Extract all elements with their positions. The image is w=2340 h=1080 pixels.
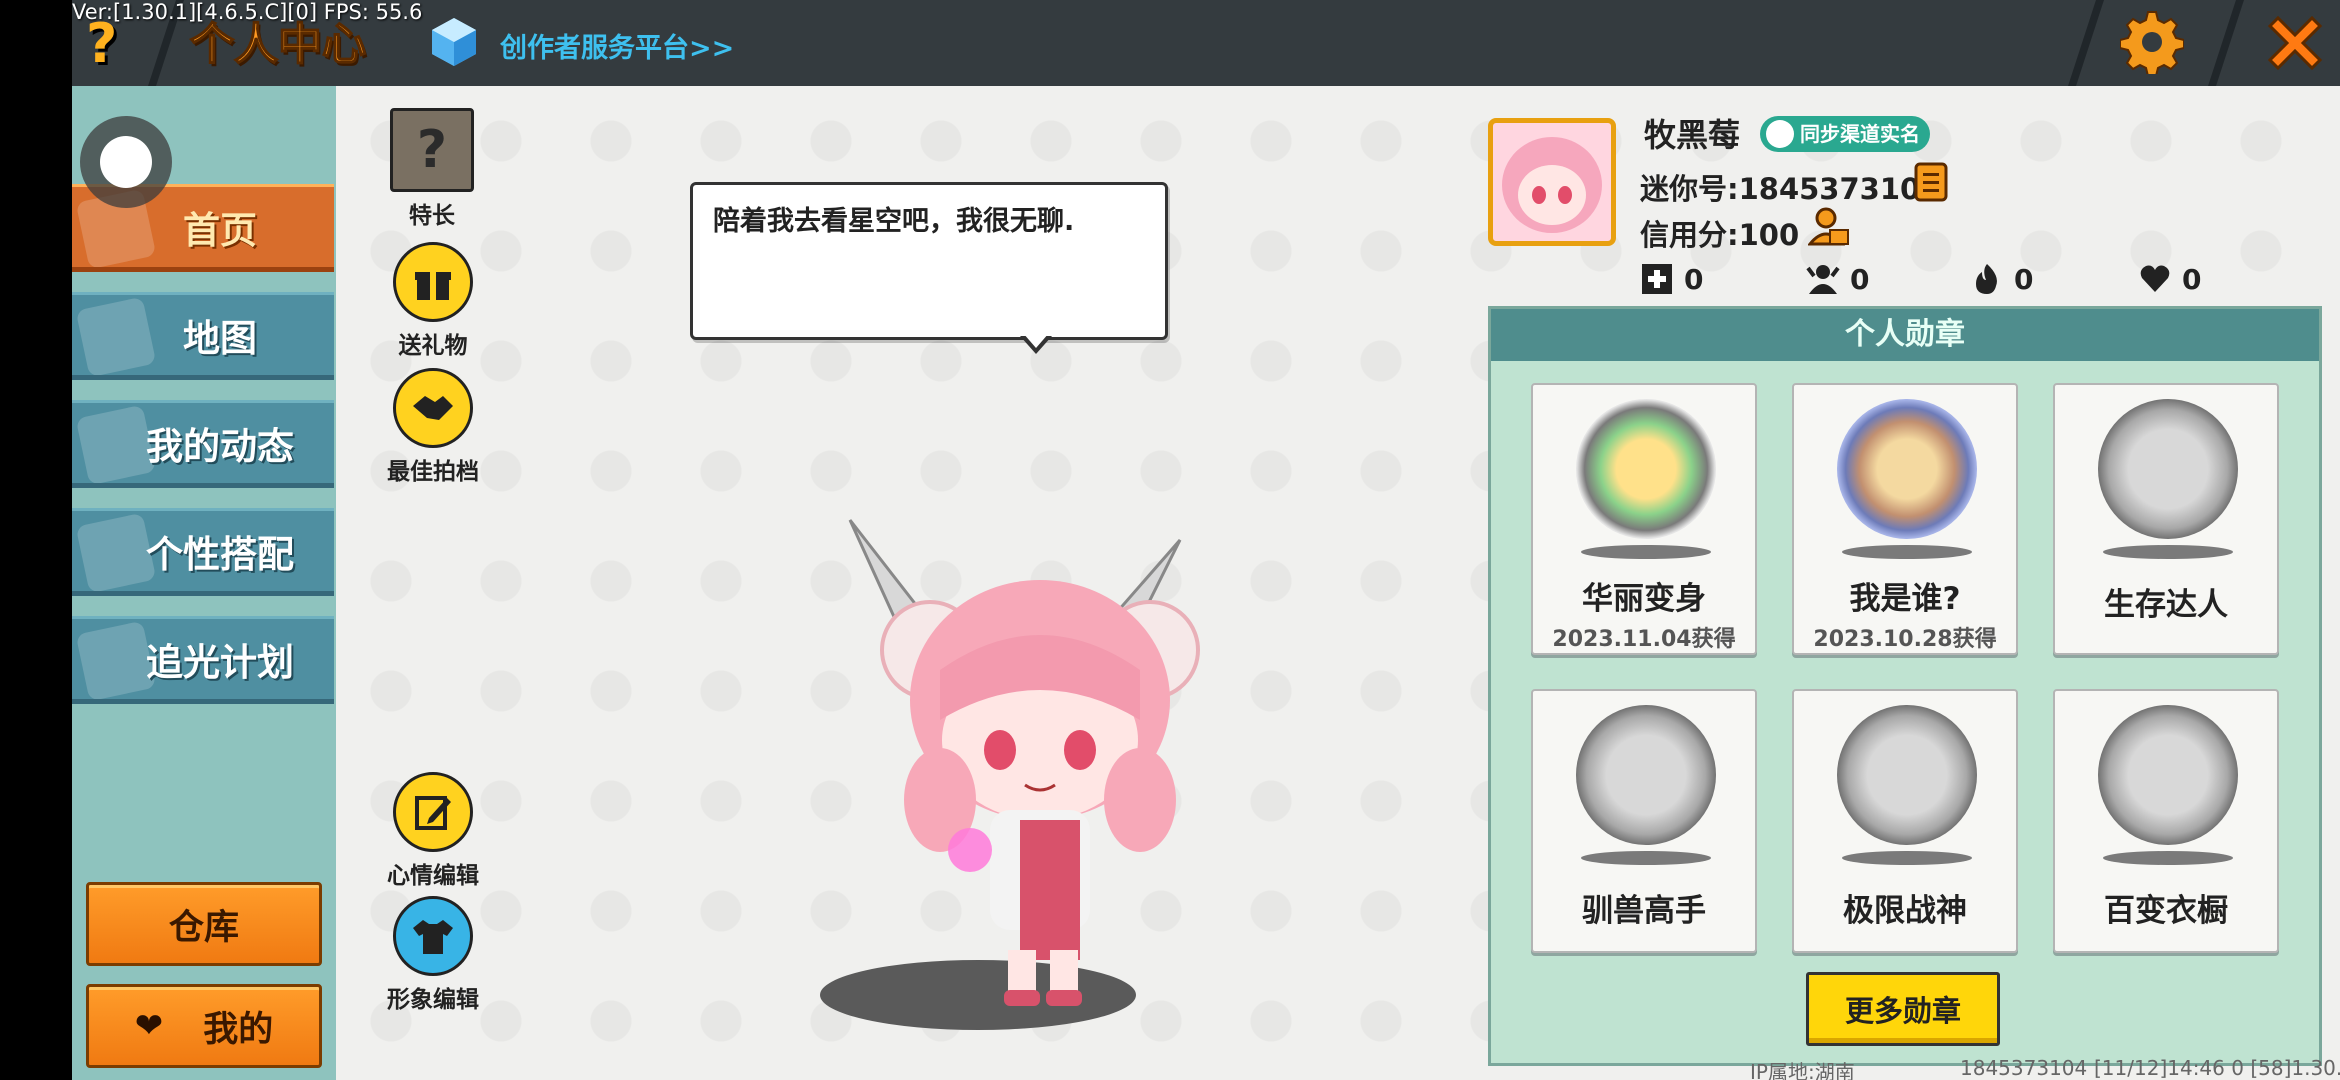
stat-popularity[interactable]: 0 <box>1970 262 2033 296</box>
stat-adds[interactable]: 0 <box>1640 262 1703 296</box>
mine-label: 我的 <box>203 1009 274 1050</box>
heart-icon: ❤ <box>134 1006 164 1046</box>
nickname: 牧黑莓 <box>1644 116 1741 154</box>
medal-card[interactable]: 驯兽高手 <box>1531 689 1757 953</box>
credit-info-icon[interactable] <box>1808 206 1850 248</box>
shirt-icon <box>393 896 473 976</box>
mood-edit-button[interactable]: 心情编辑 <box>387 772 479 890</box>
medal-card[interactable]: 极限战神 <box>1792 689 2018 953</box>
divider <box>2208 0 2244 86</box>
divider <box>2068 0 2104 86</box>
copy-icon[interactable] <box>1914 162 1950 202</box>
medal-card[interactable]: 华丽变身 2023.11.04获得 <box>1531 383 1757 655</box>
player-character[interactable] <box>820 500 1260 1040</box>
medal-whoami-icon <box>1837 399 1977 539</box>
sidebar-item-outfit[interactable]: 个性搭配 <box>72 508 334 596</box>
avatar-edit-button[interactable]: 形象编辑 <box>387 896 479 1014</box>
medal-card[interactable]: 生存达人 <box>2053 383 2279 655</box>
specialty-button[interactable]: ? 特长 <box>390 108 474 230</box>
gear-icon[interactable] <box>2120 10 2184 74</box>
medal-survival-icon <box>2098 399 2238 539</box>
sidebar-item-label: 地图 <box>183 317 257 360</box>
debug-overlay: Ver:[1.30.1][4.6.5.C][0] FPS: 55.6 <box>72 0 423 24</box>
warehouse-button[interactable]: 仓库 <box>86 882 322 966</box>
medal-name: 我是谁? <box>1849 581 1961 617</box>
medal-card[interactable]: 百变衣橱 <box>2053 689 2279 953</box>
person-icon <box>1766 120 1794 148</box>
medal-date: 2023.10.28获得 <box>1813 627 1997 652</box>
sidebar-item-plan[interactable]: 追光计划 <box>72 616 334 704</box>
best-partner-label: 最佳拍档 <box>387 459 479 485</box>
medal-name: 华丽变身 <box>1582 581 1706 617</box>
more-medals-button[interactable]: 更多勋章 <box>1806 972 2000 1046</box>
medal-panel-header: 个人勋章 <box>1491 309 2319 361</box>
sidebar-item-map[interactable]: 地图 <box>72 292 334 380</box>
mood-edit-label: 心情编辑 <box>387 863 479 889</box>
stat-value: 0 <box>2014 262 2034 296</box>
floating-assist-ball[interactable] <box>80 116 172 208</box>
footer-time: [11/12]14:46 0 [58]1.30.1 <box>2094 1056 2340 1080</box>
footer-uid: 1845373104 <box>1960 1056 2088 1080</box>
mine-button[interactable]: ❤ 我的 <box>86 984 322 1068</box>
gift-icon <box>393 242 473 322</box>
credit-score: 信用分:100 <box>1640 218 1800 252</box>
edit-icon <box>393 772 473 852</box>
close-icon[interactable] <box>2260 8 2330 78</box>
sync-badge-label: 同步渠道实名 <box>1800 122 1920 146</box>
fans-icon <box>1806 265 1840 294</box>
stat-likes[interactable]: 0 <box>2138 262 2201 296</box>
creator-platform-link[interactable]: 创作者服务平台>> <box>500 26 734 65</box>
best-partner-button[interactable]: 最佳拍档 <box>387 368 479 486</box>
medal-name: 生存达人 <box>2104 587 2228 623</box>
medal-name: 极限战神 <box>1843 893 1967 929</box>
sidebar-item-label: 首页 <box>183 209 257 252</box>
handshake-icon <box>393 368 473 448</box>
map-icon <box>75 296 157 375</box>
speech-bubble: 陪着我去看星空吧，我很无聊. <box>690 182 1168 340</box>
sidebar-item-label: 个性搭配 <box>146 533 294 576</box>
fire-icon <box>1976 264 1997 294</box>
stat-fans[interactable]: 0 <box>1806 262 1869 296</box>
avatar[interactable] <box>1488 118 1616 246</box>
bubble-text: 陪着我去看星空吧，我很无聊. <box>713 206 1075 237</box>
mini-id: 迷你号:1845373104 <box>1640 172 1941 206</box>
medal-name: 百变衣橱 <box>2104 893 2228 929</box>
stat-value: 0 <box>1684 262 1704 296</box>
sidebar: 首页 地图 我的动态 个性搭配 追光计划 仓库 ❤ 我的 <box>72 86 336 1080</box>
stat-value: 0 <box>2182 262 2202 296</box>
question-box-icon: ? <box>390 108 474 192</box>
gift-button[interactable]: 送礼物 <box>391 242 475 360</box>
avatar-edit-label: 形象编辑 <box>387 987 479 1013</box>
medal-wardrobe-icon <box>2098 705 2238 845</box>
stat-value: 0 <box>1850 262 1870 296</box>
sidebar-item-label: 追光计划 <box>146 641 294 684</box>
medal-date: 2023.11.04获得 <box>1552 627 1736 652</box>
bubble-tail-fill <box>1023 333 1049 348</box>
specialty-label: 特长 <box>409 203 455 229</box>
sidebar-item-activity[interactable]: 我的动态 <box>72 400 334 488</box>
sidebar-item-label: 我的动态 <box>146 425 294 468</box>
ip-location: IP属地:湖南 <box>1750 1060 1855 1080</box>
medal-name: 驯兽高手 <box>1582 893 1706 929</box>
medal-tamer-icon <box>1576 705 1716 845</box>
gift-label: 送礼物 <box>398 333 468 359</box>
cube-icon[interactable] <box>428 16 480 68</box>
medal-transform-icon <box>1576 399 1716 539</box>
medal-card[interactable]: 我是谁? 2023.10.28获得 <box>1792 383 2018 655</box>
plus-icon <box>1642 264 1672 294</box>
heart-icon <box>2140 265 2170 292</box>
sync-realname-badge[interactable]: 同步渠道实名 <box>1760 116 1930 152</box>
medal-boss-icon <box>1837 705 1977 845</box>
medal-panel: 个人勋章 华丽变身 2023.11.04获得 我是谁? 2023.10.28获得… <box>1488 306 2322 1066</box>
